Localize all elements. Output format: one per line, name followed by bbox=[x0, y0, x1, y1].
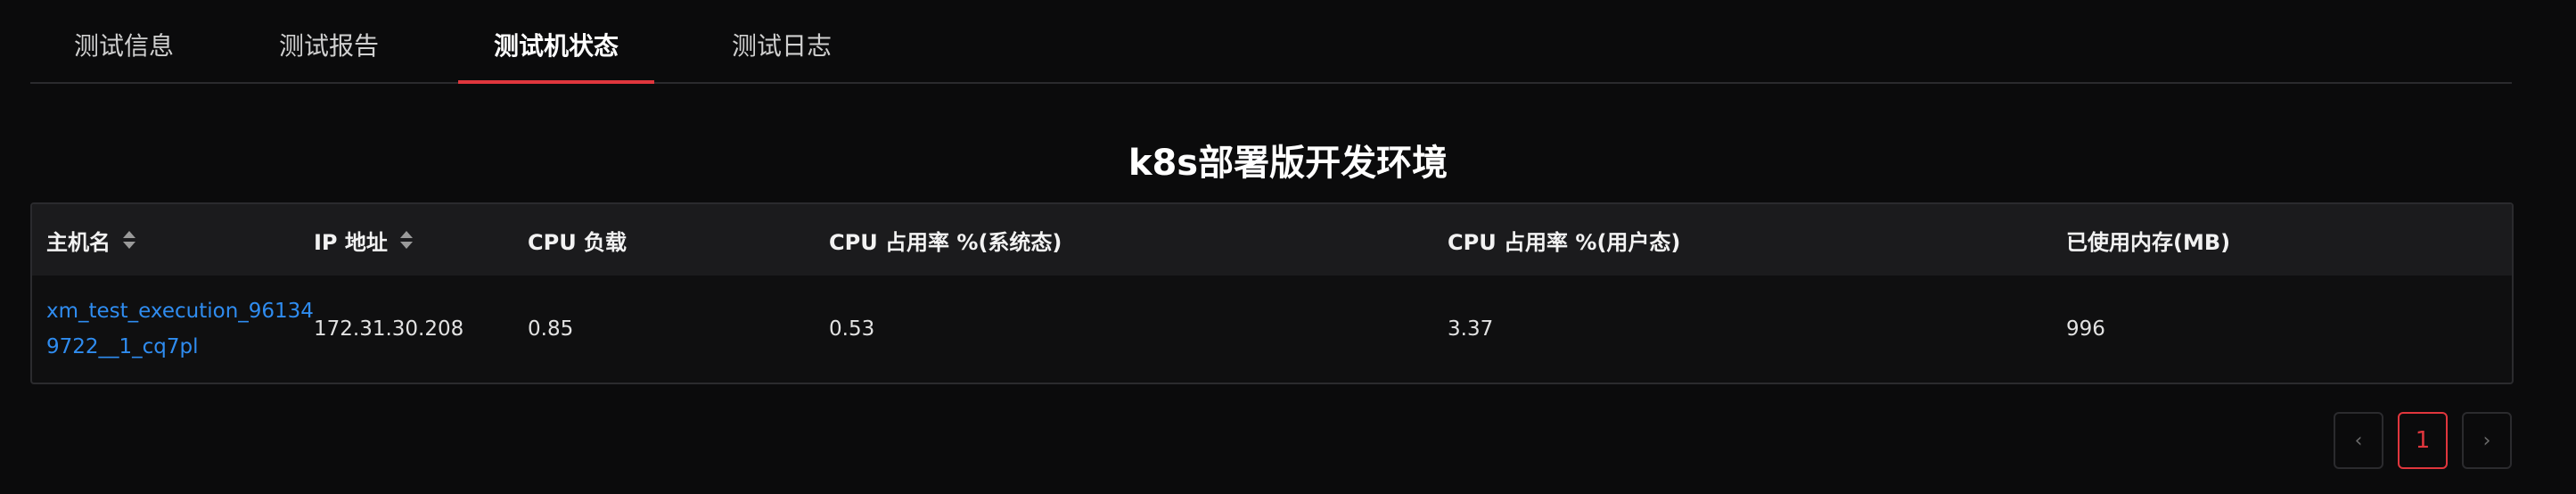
table-row: xm_test_execution_961349722__1_cq7pl 172… bbox=[32, 276, 2512, 383]
tab-label: 测试日志 bbox=[731, 31, 832, 61]
tab-label: 测试报告 bbox=[278, 31, 379, 61]
chevron-right-icon: › bbox=[2482, 429, 2491, 452]
tab-test-report[interactable]: 测试报告 bbox=[271, 27, 387, 82]
header-label: CPU 占用率 %(系统态) bbox=[829, 229, 1062, 255]
tab-test-info[interactable]: 测试信息 bbox=[66, 27, 182, 82]
cell-hostname: xm_test_execution_961349722__1_cq7pl bbox=[46, 276, 314, 383]
column-header-hostname[interactable]: 主机名 bbox=[46, 204, 135, 276]
header-label: 主机名 bbox=[46, 229, 111, 255]
page-number: 1 bbox=[2415, 427, 2431, 454]
cell-cpu-user: 3.37 bbox=[1448, 317, 1494, 341]
next-page-button[interactable]: › bbox=[2462, 412, 2512, 469]
tab-bar: 测试信息 测试报告 测试机状态 测试日志 bbox=[30, 0, 2512, 84]
column-header-memory: 已使用内存(MB) bbox=[2066, 204, 2230, 276]
column-header-cpu-user: CPU 占用率 %(用户态) bbox=[1448, 204, 1680, 276]
machine-status-table: 主机名 IP 地址 CPU 负载 CPU 占用率 %(系统态) CPU 占用率 … bbox=[30, 202, 2514, 384]
tab-test-machine-status[interactable]: 测试机状态 bbox=[458, 27, 654, 84]
column-header-cpu-load: CPU 负载 bbox=[528, 204, 627, 276]
cell-cpu-load: 0.85 bbox=[528, 317, 574, 341]
tab-label: 测试机状态 bbox=[493, 31, 619, 61]
tab-test-log[interactable]: 测试日志 bbox=[724, 27, 840, 82]
sort-icon[interactable] bbox=[123, 231, 135, 249]
column-header-cpu-sys: CPU 占用率 %(系统态) bbox=[829, 204, 1062, 276]
page-title: k8s部署版开发环境 bbox=[1128, 143, 1448, 184]
cell-ip: 172.31.30.208 bbox=[314, 317, 464, 341]
header-label: CPU 占用率 %(用户态) bbox=[1448, 229, 1681, 255]
page: 测试信息 测试报告 测试机状态 测试日志 k8s部署版开发环境 主机名 IP 地… bbox=[0, 0, 2576, 494]
column-header-ip[interactable]: IP 地址 bbox=[314, 204, 413, 276]
page-number-button[interactable]: 1 bbox=[2398, 412, 2448, 469]
sort-icon[interactable] bbox=[399, 231, 413, 249]
cell-memory: 996 bbox=[2066, 317, 2105, 341]
prev-page-button[interactable]: ‹ bbox=[2334, 412, 2383, 469]
header-label: IP 地址 bbox=[314, 229, 388, 255]
tab-label: 测试信息 bbox=[73, 31, 174, 61]
chevron-left-icon: ‹ bbox=[2354, 429, 2363, 452]
cell-cpu-sys: 0.53 bbox=[829, 317, 875, 341]
table-header: 主机名 IP 地址 CPU 负载 CPU 占用率 %(系统态) CPU 占用率 … bbox=[32, 204, 2512, 276]
header-label: CPU 负载 bbox=[528, 229, 628, 255]
header-label: 已使用内存(MB) bbox=[2066, 229, 2231, 255]
hostname-link[interactable]: xm_test_execution_961349722__1_cq7pl bbox=[46, 293, 314, 365]
